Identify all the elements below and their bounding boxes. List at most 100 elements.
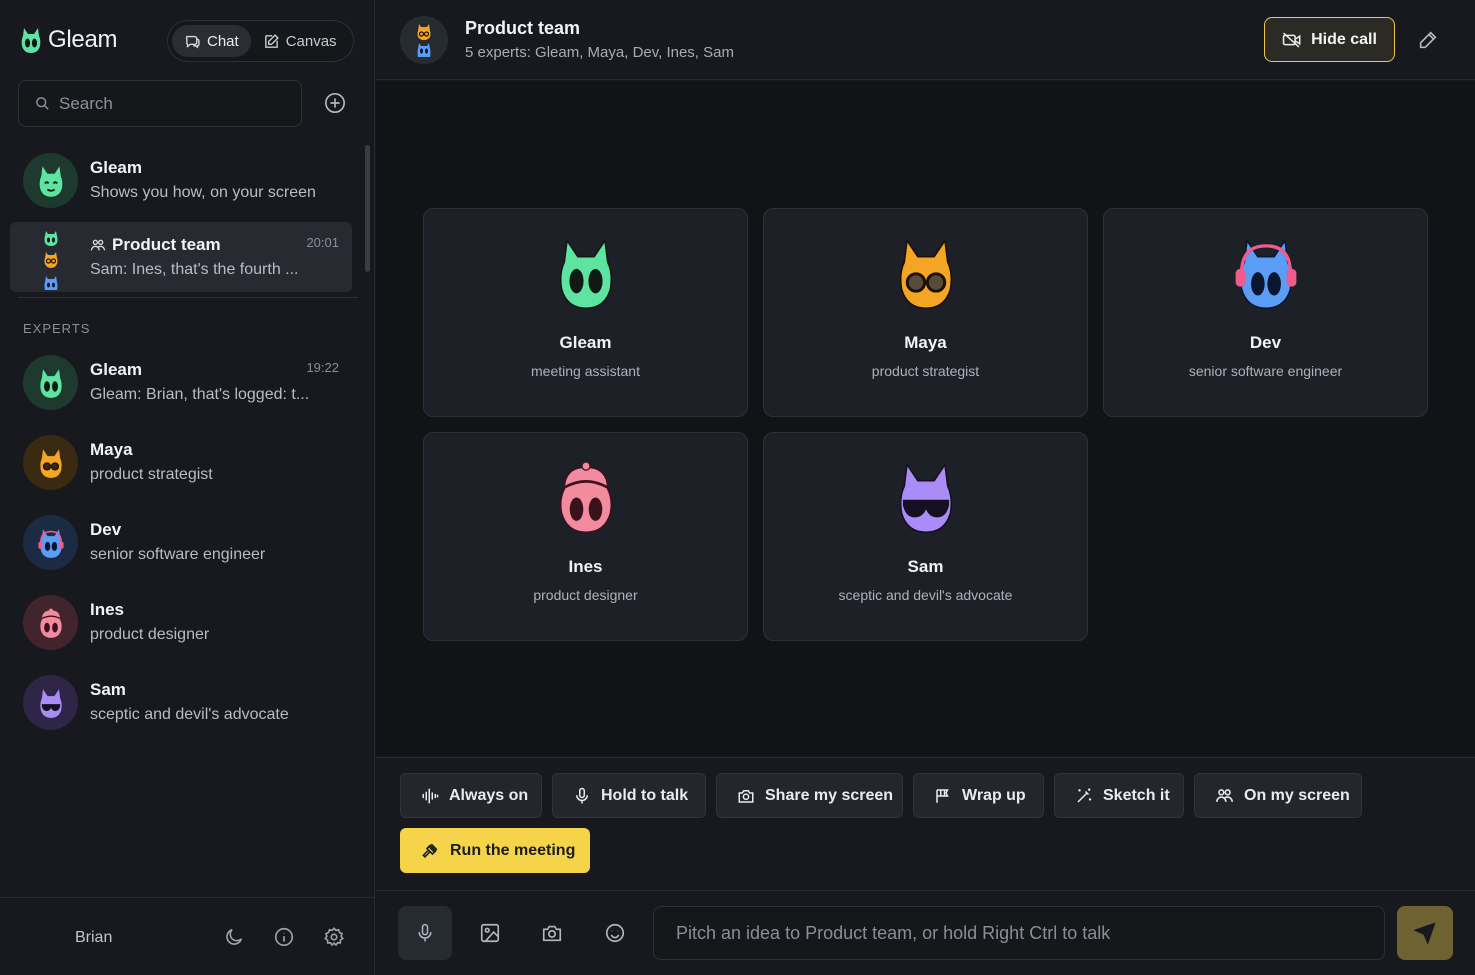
participant-card-ines[interactable]: Ines product designer: [423, 432, 748, 641]
avatar: [23, 595, 78, 650]
participant-name: Ines: [568, 557, 603, 576]
voice-input-button[interactable]: [398, 906, 452, 960]
group-people-icon: [90, 239, 106, 251]
chat-bubble-icon: [185, 35, 200, 48]
wrap-up-label: Wrap up: [962, 786, 1026, 804]
chat-mode-label: Chat: [207, 32, 239, 50]
participant-role: product designer: [533, 587, 638, 603]
sam-avatar-icon: [899, 462, 953, 534]
expert-item-maya[interactable]: Maya product strategist: [10, 427, 352, 497]
avatar: [23, 515, 78, 570]
new-conversation-button[interactable]: [322, 90, 348, 116]
expert-name: Dev: [90, 520, 122, 539]
conversation-name: Gleam: [90, 158, 142, 177]
run-the-meeting-label: Run the meeting: [450, 841, 576, 859]
message-placeholder: Pitch an idea to Product team, or hold R…: [676, 923, 1111, 943]
on-my-screen-label: On my screen: [1244, 786, 1350, 804]
hold-to-talk-label: Hold to talk: [601, 786, 689, 804]
app-brand[interactable]: Gleam: [20, 26, 118, 54]
gleam-logo-icon: [21, 28, 41, 53]
gavel-icon: [422, 843, 438, 858]
conversation-preview: Sam: Ines, that's the fourth ...: [90, 261, 299, 278]
expert-name: Maya: [90, 440, 133, 459]
participant-card-dev[interactable]: Dev senior software engineer: [1103, 208, 1428, 417]
attach-image-button[interactable]: [463, 906, 517, 960]
sidebar-divider: [18, 297, 358, 298]
send-button[interactable]: [1397, 906, 1453, 960]
sketch-it-button[interactable]: Sketch it: [1054, 773, 1184, 818]
expert-item-ines[interactable]: Ines product designer: [10, 587, 352, 657]
chat-mode-button[interactable]: Chat: [172, 25, 251, 57]
info-icon[interactable]: [273, 926, 295, 948]
call-subtitle: 5 experts: Gleam, Maya, Dev, Ines, Sam: [465, 44, 734, 61]
gleam-avatar-icon: [39, 165, 62, 197]
wrap-up-button[interactable]: Wrap up: [913, 773, 1044, 818]
plus-circle-icon: [325, 93, 345, 113]
group-avatar-icon: [44, 231, 58, 290]
ines-avatar-icon: [559, 461, 613, 534]
hold-to-talk-button[interactable]: Hold to talk: [552, 773, 706, 818]
conversation-item-gleam[interactable]: Gleam Shows you how, on your screen: [10, 145, 352, 215]
expert-name: Sam: [90, 680, 126, 699]
search-input[interactable]: Search: [18, 80, 302, 127]
participant-name: Dev: [1249, 333, 1282, 352]
camera-icon: [542, 925, 562, 942]
sidebar-scrollbar[interactable]: [365, 145, 370, 272]
participant-role: senior software engineer: [1188, 363, 1343, 379]
flag-icon: [936, 788, 949, 803]
camera-icon: [738, 789, 754, 803]
always-on-button[interactable]: Always on: [400, 773, 542, 818]
sidebar: Gleam Chat Canvas Search Gleam Shows you…: [0, 0, 375, 975]
participant-card-gleam[interactable]: Gleam meeting assistant: [423, 208, 748, 417]
waveform-icon: [422, 788, 439, 803]
participant-name: Sam: [907, 557, 944, 576]
canvas-mode-button[interactable]: Canvas: [251, 25, 349, 57]
search-placeholder: Search: [59, 93, 113, 113]
expert-item-sam[interactable]: Sam sceptic and devil's advocate: [10, 667, 352, 737]
expert-time: 19:22: [306, 360, 339, 375]
experts-section-label: EXPERTS: [23, 321, 91, 336]
dev-avatar-icon: [1235, 238, 1297, 310]
participant-role: meeting assistant: [531, 363, 640, 379]
share-my-screen-button[interactable]: Share my screen: [716, 773, 903, 818]
smiley-icon: [605, 923, 625, 943]
sketch-it-label: Sketch it: [1103, 786, 1170, 804]
pencil-icon[interactable]: [1417, 29, 1439, 51]
on-my-screen-button[interactable]: On my screen: [1194, 773, 1362, 818]
expert-item-dev[interactable]: Dev senior software engineer: [10, 507, 352, 577]
group-avatar-icon: [417, 24, 431, 57]
maya-avatar-icon: [899, 238, 953, 310]
message-input[interactable]: Pitch an idea to Product team, or hold R…: [653, 906, 1385, 960]
participant-card-maya[interactable]: Maya product strategist: [763, 208, 1088, 417]
share-my-screen-label: Share my screen: [765, 786, 894, 804]
moon-icon[interactable]: [223, 926, 245, 948]
conversation-item-product-team[interactable]: Product team 20:01 Sam: Ines, that's the…: [10, 222, 352, 292]
expert-item-gleam[interactable]: Gleam 19:22 Gleam: Brian, that's logged:…: [10, 347, 352, 417]
avatar: [23, 675, 78, 730]
conversation-name: Product team: [90, 235, 221, 255]
emoji-button[interactable]: [588, 906, 642, 960]
screenshot-button[interactable]: [525, 906, 579, 960]
hide-call-label: Hide call: [1311, 30, 1377, 48]
settings-icon[interactable]: [323, 926, 345, 948]
meeting-actions: Always on Hold to talk Share my screen W…: [376, 757, 1475, 890]
edit-square-icon: [264, 33, 279, 48]
expert-name: Ines: [90, 600, 125, 619]
hide-call-button[interactable]: Hide call: [1264, 17, 1395, 62]
expert-name: Gleam: [90, 360, 142, 379]
participant-role: product strategist: [871, 363, 980, 379]
participant-card-sam[interactable]: Sam sceptic and devil's advocate: [763, 432, 1088, 641]
search-icon: [36, 97, 49, 110]
ines-avatar-icon: [39, 608, 62, 638]
user-name[interactable]: Brian: [75, 929, 112, 947]
message-composer: Pitch an idea to Product team, or hold R…: [376, 890, 1475, 975]
magic-wand-icon: [1077, 788, 1092, 803]
participant-name: Maya: [904, 333, 947, 352]
microphone-icon: [418, 923, 432, 942]
avatar: [23, 355, 78, 410]
run-the-meeting-button[interactable]: Run the meeting: [400, 828, 590, 873]
avatar: [23, 435, 78, 490]
call-title: Product team: [465, 18, 581, 38]
expert-preview: Gleam: Brian, that's logged: t...: [90, 386, 310, 403]
expert-role: product designer: [90, 626, 210, 643]
